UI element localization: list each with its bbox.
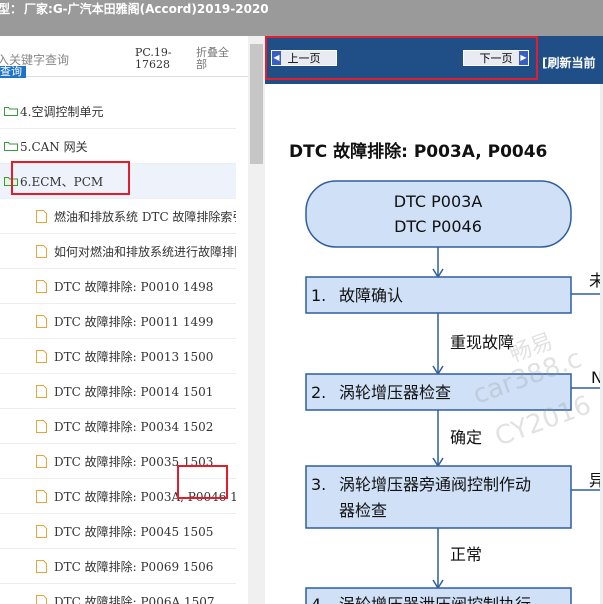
flow-step-4-text: 涡轮增压器泄压阀控制执行 bbox=[339, 595, 531, 604]
pc-code: PC.19-17628 bbox=[135, 46, 172, 71]
page-nav-bar: ◀ 上一页 下一页 ▶ [刷新当前 bbox=[265, 36, 603, 84]
flow-step-3-text-2: 器检查 bbox=[339, 501, 387, 520]
document-icon bbox=[36, 419, 47, 433]
tree-leaf[interactable]: DTC 故障排除: P0069 1506 bbox=[0, 549, 236, 584]
tree-folder-can-gateway[interactable]: 5.CAN 网关 bbox=[0, 129, 236, 164]
tree-leaf-label: DTC 故障排除: P0069 1506 bbox=[54, 559, 214, 574]
document-icon bbox=[36, 559, 47, 573]
flow-step-1-num: 1. bbox=[311, 286, 326, 305]
tree-leaf-label: DTC 故障排除: P0011 1499 bbox=[54, 314, 214, 329]
document-icon bbox=[36, 524, 47, 538]
document-icon bbox=[36, 349, 47, 363]
tree-folder-label: 4.空调控制单元 bbox=[20, 104, 104, 119]
window-title: 厂家:G-广汽本田雅阁(Accord)2019-2020 bbox=[24, 2, 269, 16]
model-prefix: 型： bbox=[0, 2, 23, 16]
tree-leaf[interactable]: 燃油和排放系统 DTC 故障排除索引 bbox=[0, 199, 236, 234]
tree-leaf-label: DTC 故障排除: P0035 1503 bbox=[54, 454, 214, 469]
folder-open-icon bbox=[4, 177, 18, 186]
flow-step-2-text: 涡轮增压器检查 bbox=[339, 383, 451, 402]
left-scrollbar[interactable] bbox=[248, 36, 265, 604]
arrow-left-icon: ◀ bbox=[272, 51, 281, 65]
tree-leaf-label: 燃油和排放系统 DTC 故障排除索引 bbox=[54, 209, 236, 224]
tree-leaf-label: 如何对燃油和排放系统进行故障排除 bbox=[54, 244, 236, 259]
document-viewer: ◀ 上一页 下一页 ▶ [刷新当前 DTC 故障排除: P003A, P0046… bbox=[265, 36, 603, 604]
tree-leaf[interactable]: DTC 故障排除: P0045 1505 bbox=[0, 514, 236, 549]
tree-view: 4.空调控制单元 5.CAN 网关 6.ECM、PCM 燃油和排放系统 DTC … bbox=[0, 95, 236, 604]
left-tree-panel: 入关键字查询 查询 PC.19-17628 折叠全部 4.空调控制单元 5.CA… bbox=[0, 36, 248, 604]
tree-leaf[interactable]: 如何对燃油和排放系统进行故障排除 bbox=[0, 234, 236, 269]
tree-folder-ecm-pcm[interactable]: 6.ECM、PCM bbox=[0, 164, 236, 199]
tree-folder-label: 6.ECM、PCM bbox=[20, 174, 104, 189]
tree-leaf[interactable]: DTC 故障排除: P0013 1500 bbox=[0, 339, 236, 374]
window-title-bar: 型： 厂家:G-广汽本田雅阁(Accord)2019-2020 bbox=[0, 0, 603, 18]
prev-page-button[interactable]: ◀ 上一页 bbox=[271, 50, 337, 66]
document-icon bbox=[36, 244, 47, 258]
folder-icon bbox=[4, 107, 18, 116]
tree-leaf[interactable]: DTC 故障排除: P0011 1499 bbox=[0, 304, 236, 339]
flow-start-text-1: DTC P003A bbox=[394, 192, 483, 211]
tree-leaf-label: DTC 故障排除: P0045 1505 bbox=[54, 524, 214, 539]
tree-leaf-label: DTC 故障排除: P006A 1507 bbox=[54, 594, 215, 604]
tree-leaf-label: DTC 故障排除: P0034 1502 bbox=[54, 419, 214, 434]
arrow-right-icon: ▶ bbox=[519, 51, 528, 65]
tree-leaf[interactable]: DTC 故障排除: P0010 1498 bbox=[0, 269, 236, 304]
page-title: DTC 故障排除: P003A, P0046 bbox=[289, 142, 548, 162]
refresh-link[interactable]: [刷新当前 bbox=[542, 54, 596, 71]
tree-leaf-label: DTC 故障排除: P0010 1498 bbox=[54, 279, 214, 294]
flow-link-label-2: 确定 bbox=[450, 428, 482, 447]
flow-link-label-1: 重现故障 bbox=[450, 333, 514, 352]
tree-leaf-label: DTC 故障排除: P003A, P0046 1504 bbox=[54, 489, 236, 504]
flow-start-node bbox=[305, 180, 572, 248]
flow-step-1-text: 故障确认 bbox=[339, 286, 403, 305]
tree-leaf-p003a-selected[interactable]: DTC 故障排除: P003A, P0046 1504 bbox=[0, 479, 236, 514]
folder-icon bbox=[4, 142, 18, 151]
document-icon bbox=[36, 454, 47, 468]
tree-leaf-label: DTC 故障排除: P0014 1501 bbox=[54, 384, 214, 399]
query-button[interactable]: 查询 bbox=[0, 66, 26, 78]
troubleshooting-flowchart: DTC P003A DTC P0046 1. 故障确认 未 重现故障 2. 涡轮… bbox=[305, 180, 603, 604]
flow-start-text-2: DTC P0046 bbox=[394, 217, 482, 236]
flow-link-label-3: 正常 bbox=[450, 545, 482, 564]
tree-leaf[interactable]: DTC 故障排除: P006A 1507 bbox=[0, 584, 236, 604]
scrollbar-thumb[interactable] bbox=[250, 44, 263, 164]
tree-leaf[interactable]: DTC 故障排除: P0014 1501 bbox=[0, 374, 236, 409]
tree-folder-aircon[interactable]: 4.空调控制单元 bbox=[0, 94, 236, 129]
flow-step-4-num: 4. bbox=[311, 595, 326, 604]
next-page-button[interactable]: 下一页 ▶ bbox=[463, 50, 529, 66]
tree-folder-label: 5.CAN 网关 bbox=[20, 139, 88, 154]
tree-leaf-label: DTC 故障排除: P0013 1500 bbox=[54, 349, 214, 364]
flow-step-3-text: 涡轮增压器旁通阀控制作动 bbox=[339, 475, 531, 494]
flow-step-2-num: 2. bbox=[311, 383, 326, 402]
tree-leaf[interactable]: DTC 故障排除: P0035 1503 bbox=[0, 444, 236, 479]
document-icon bbox=[36, 314, 47, 328]
document-icon bbox=[36, 209, 47, 223]
search-area: 入关键字查询 查询 PC.19-17628 折叠全部 bbox=[0, 36, 248, 78]
prev-page-label: 上一页 bbox=[287, 52, 321, 65]
document-icon bbox=[36, 279, 47, 293]
flow-step-3-num: 3. bbox=[311, 475, 326, 494]
tree-leaf[interactable]: DTC 故障排除: P0034 1502 bbox=[0, 409, 236, 444]
fold-all-button[interactable]: 折叠全部 bbox=[196, 47, 236, 71]
document-icon bbox=[36, 594, 47, 604]
next-page-label: 下一页 bbox=[479, 52, 513, 65]
document-icon bbox=[36, 384, 47, 398]
document-icon bbox=[36, 489, 47, 503]
